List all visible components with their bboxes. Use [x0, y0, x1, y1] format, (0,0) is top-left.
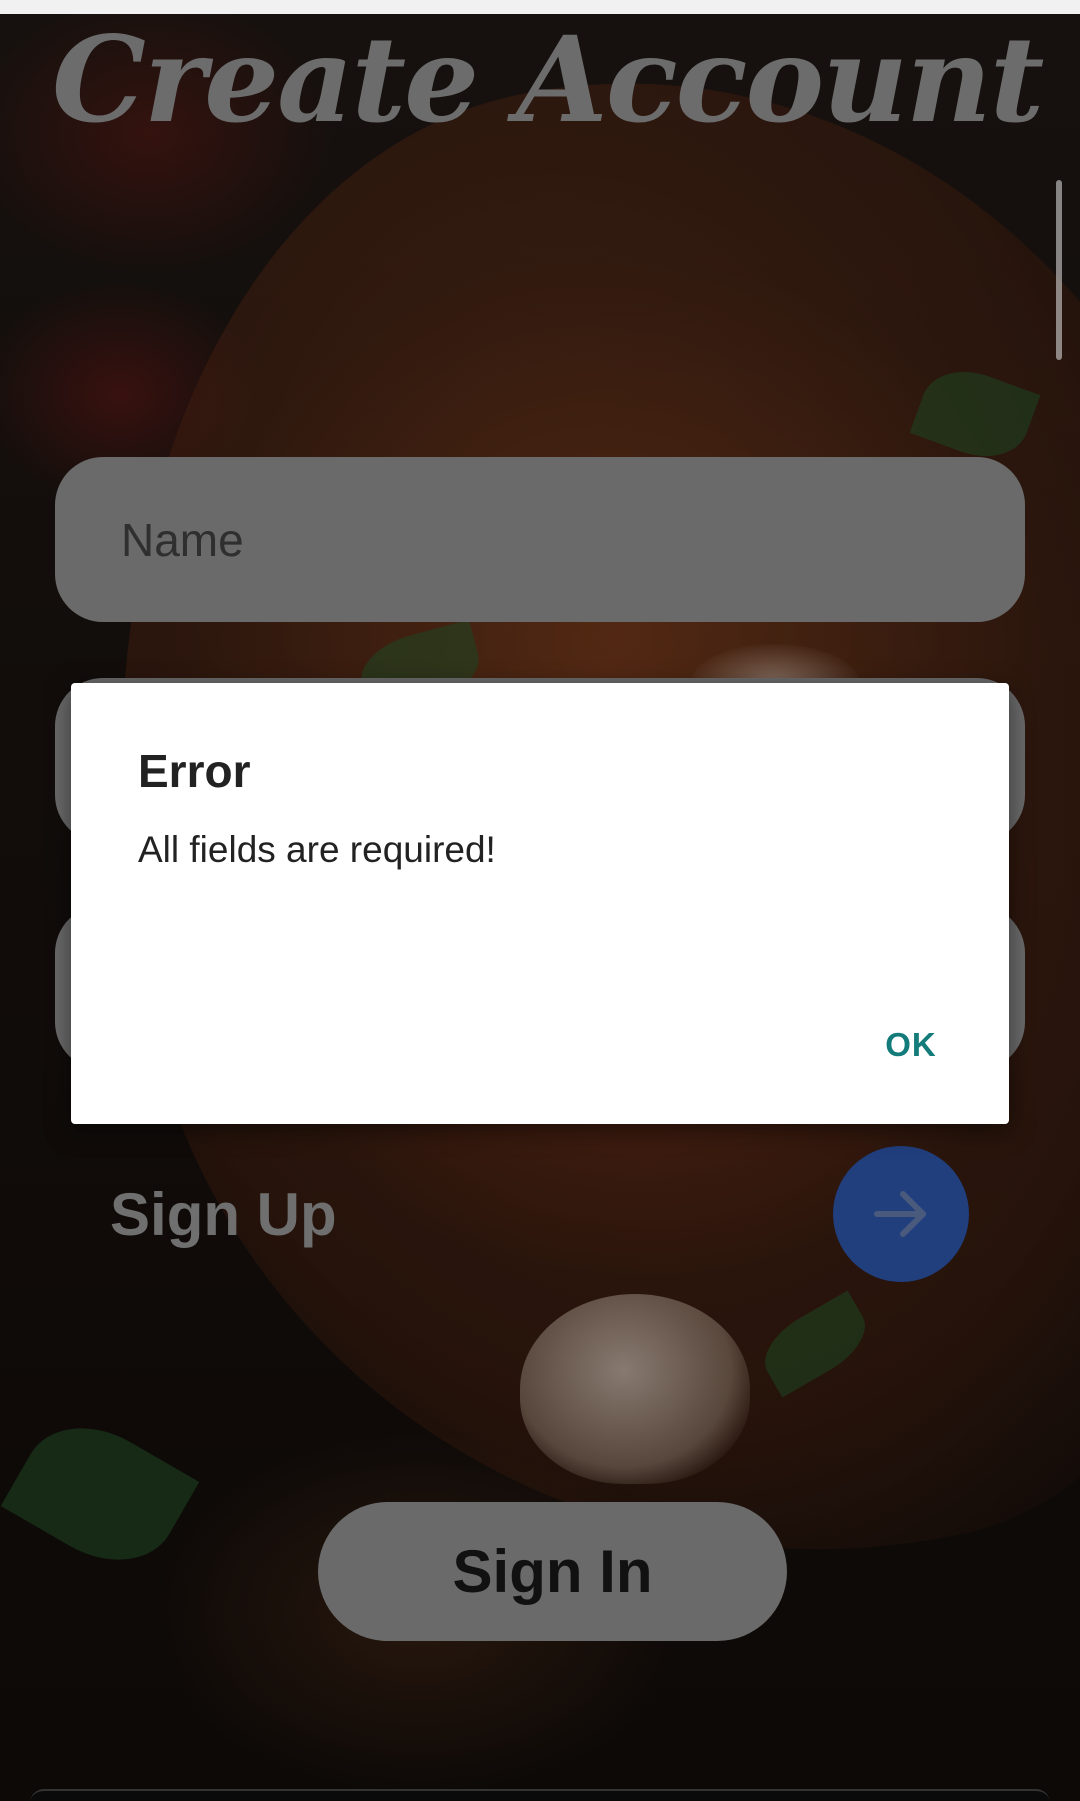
- dialog-message: All fields are required!: [138, 829, 496, 870]
- dialog-title: Error: [138, 745, 251, 797]
- error-dialog: Error All fields are required! OK: [71, 683, 1009, 1124]
- ok-button[interactable]: OK: [851, 1013, 971, 1077]
